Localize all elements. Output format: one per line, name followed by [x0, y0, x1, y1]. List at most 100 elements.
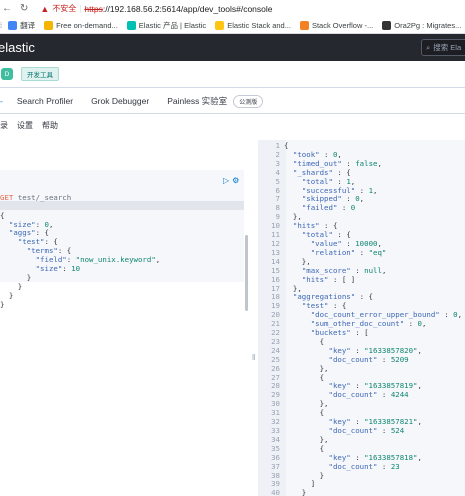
toolbar-settings[interactable]: 设置: [17, 120, 33, 131]
line-text: },: [284, 399, 329, 409]
line-text: },: [284, 363, 329, 373]
tab-search-profiler[interactable]: Search Profiler: [17, 96, 73, 106]
line-text: },: [284, 283, 302, 293]
tab-console-edge[interactable]: ‑: [0, 96, 3, 106]
bookmark-favicon-icon: [126, 20, 136, 30]
line-text: "sum_other_doc_count" : 0,: [310, 319, 427, 329]
line-text: "total" : {: [301, 230, 351, 240]
line-text: "skipped" : 0,: [301, 194, 365, 204]
request-line-method: GET test/_search: [0, 192, 160, 203]
line-text: "key" : "1633857820",: [328, 345, 422, 355]
bookmark-label: Ora2Pg : Migrates...: [394, 20, 462, 30]
reload-icon[interactable]: ↻: [20, 3, 28, 14]
dev-tools-tabs: ‑ Search Profiler Grok Debugger Painless…: [0, 89, 465, 114]
line-text: "max_score" : null,: [301, 265, 387, 275]
line-text: "key" : "1633857821",: [328, 417, 422, 427]
url-scheme: https: [84, 3, 103, 14]
toolbar-history[interactable]: 录: [0, 120, 8, 131]
warning-triangle-icon: ▲: [40, 3, 50, 14]
request-line: }: [0, 290, 14, 300]
request-actions: ▷ ⚙: [223, 176, 239, 185]
bookmark-item[interactable]: Ora2Pg : Migrates...: [382, 20, 462, 30]
line-text: },: [284, 256, 311, 266]
line-number: 1: [275, 141, 280, 150]
beta-badge: 公测版: [233, 94, 264, 108]
bookmark-label: 翻译: [20, 20, 36, 30]
global-search-input[interactable]: ⌕ 搜索 Ela: [421, 39, 465, 56]
line-text: "doc_count" : 524: [328, 426, 405, 435]
line-text: },: [284, 434, 329, 444]
line-number: 8: [275, 203, 280, 213]
breadcrumb-bar: D 开发工具: [0, 61, 465, 88]
request-path: test/_search: [17, 192, 72, 202]
play-icon[interactable]: ▷: [223, 176, 229, 185]
kibana-header: elastic ⌕ 搜索 Ela: [0, 34, 465, 61]
console-toolbar: 录 设置 帮助: [0, 114, 465, 136]
bookmark-favicon-icon: [299, 20, 309, 30]
bookmark-favicon-icon: [44, 20, 54, 30]
bookmarks-bar: ⁞ 翻译 Free on-demand... Elastic 产品 | Elasti…: [0, 17, 465, 34]
toolbar-help[interactable]: 帮助: [42, 120, 58, 131]
line-text: "buckets" : [: [310, 328, 369, 338]
breadcrumb-dev-tools[interactable]: 开发工具: [21, 67, 59, 81]
line-text: "aggregations" : {: [292, 292, 374, 302]
bookmark-favicon-icon: [215, 20, 225, 30]
bookmark-label: Elastic 产品 | Elastic: [138, 20, 207, 30]
space-avatar[interactable]: D: [1, 68, 13, 80]
tab-grok-debugger[interactable]: Grok Debugger: [91, 96, 149, 106]
pane-resizer-icon[interactable]: ‖: [252, 353, 255, 362]
line-text: "doc_count" : 4244: [328, 390, 409, 400]
tab-painless-lab[interactable]: Painless 实验室: [167, 95, 227, 107]
line-text: "key" : "1633857819",: [328, 381, 422, 391]
search-icon: ⌕: [426, 42, 431, 52]
line-text: "relation" : "eq": [310, 247, 387, 257]
line-text: "_shards" : {: [292, 167, 351, 177]
request-line: }: [0, 281, 23, 291]
line-text: {: [284, 372, 325, 382]
line-text: "timed_out" : false,: [292, 158, 382, 168]
line-text: }: [284, 470, 325, 480]
insecure-label: 不安全: [52, 4, 77, 13]
insecure-warning[interactable]: ▲ 不安全 |: [40, 3, 81, 14]
line-text: {: [284, 443, 325, 453]
apps-icon[interactable]: ⁞: [0, 21, 2, 30]
bookmark-item[interactable]: Free on-demand...: [44, 20, 118, 30]
request-code[interactable]: GET test/_search { "size": 0, "aggs": { …: [0, 176, 160, 310]
line-number: 3: [275, 158, 280, 168]
back-arrow-icon[interactable]: ←: [2, 3, 12, 14]
browser-address-bar: ← ↻ ▲ 不安全 | https://192.168.56.2:5614/ap…: [0, 0, 465, 17]
line-number: 4: [275, 167, 280, 177]
line-text: "failed" : 0: [301, 203, 356, 213]
request-method: GET: [0, 192, 14, 202]
line-text: {: [284, 408, 325, 418]
line-text: },: [284, 212, 302, 222]
response-code: 1 {2 "took" : 0, 3 "timed_out" : false, 4 "…: [262, 141, 463, 496]
bookmark-item[interactable]: Elastic Stack and...: [215, 20, 291, 30]
bookmark-label: Elastic Stack and...: [227, 20, 291, 30]
bookmark-item[interactable]: 翻译: [8, 20, 35, 31]
line-text: "key" : "1633857818",: [328, 452, 422, 462]
line-text: "doc_count" : 23: [328, 461, 400, 471]
line-text: "took" : 0,: [292, 149, 342, 159]
line-text: "total" : 1,: [301, 176, 356, 186]
request-scrollbar[interactable]: [245, 235, 248, 311]
line-text: "hits" : [ ]: [301, 274, 356, 284]
line-number: 6: [275, 185, 280, 195]
url-field[interactable]: https://192.168.56.2:5614/app/dev_tools#…: [84, 4, 272, 14]
search-placeholder: 搜索 Ela: [433, 43, 462, 52]
response-line: 40 }: [262, 488, 462, 496]
bookmark-favicon-icon: [382, 20, 392, 30]
url-rest: ://192.168.56.2:5614/app/dev_tools#/cons…: [102, 3, 273, 14]
line-number: 7: [275, 194, 280, 204]
bookmark-label: Free on-demand...: [56, 20, 118, 30]
request-line: }: [0, 272, 32, 282]
line-text: "doc_count" : 5209: [328, 354, 409, 364]
line-text: "doc_count_error_upper_bound" : 0,: [310, 310, 463, 320]
bookmark-item[interactable]: Stack Overflow -...: [299, 20, 373, 30]
wrench-icon[interactable]: ⚙: [232, 176, 239, 185]
line-text: "test" : {: [301, 301, 347, 311]
elastic-logo[interactable]: elastic: [0, 40, 35, 55]
bookmark-item[interactable]: Elastic 产品 | Elastic: [126, 20, 207, 31]
browser-nav: ← ↻: [0, 3, 28, 14]
line-text: ]: [284, 479, 316, 489]
